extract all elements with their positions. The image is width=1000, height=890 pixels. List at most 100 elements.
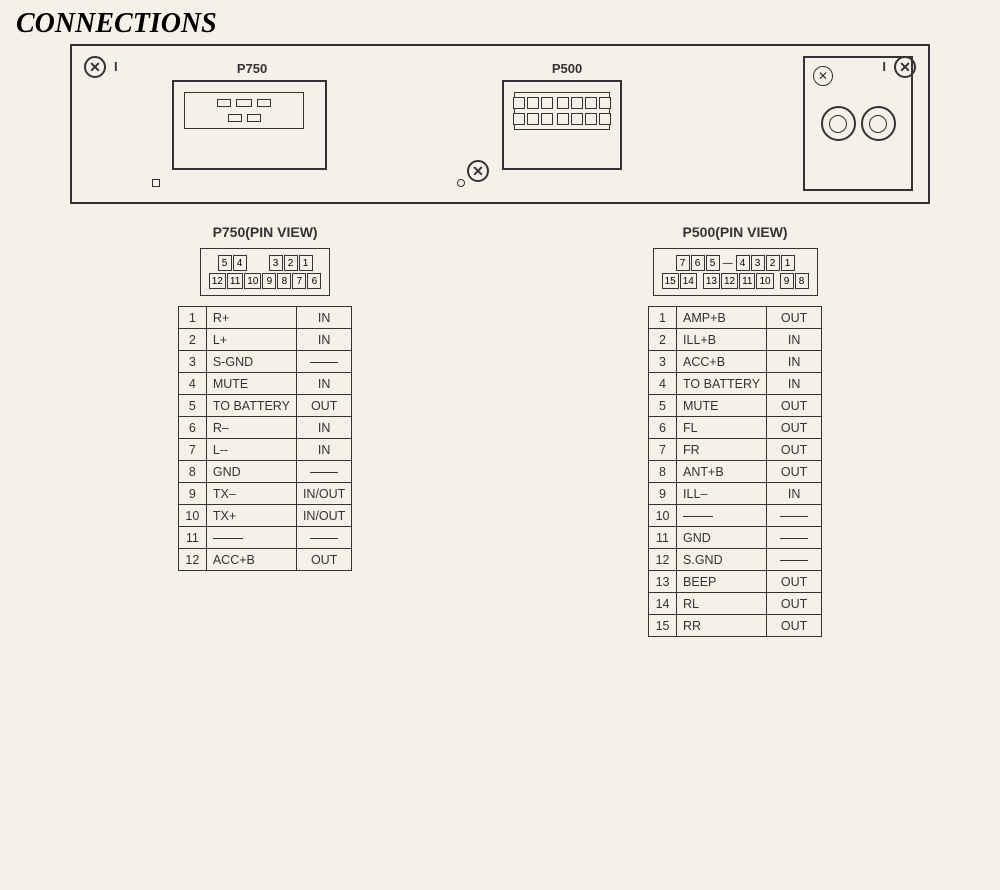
pin-number: 5 xyxy=(649,395,677,417)
p750-label: P750 xyxy=(172,61,332,76)
pin-name: RL xyxy=(677,593,767,615)
table-row: 4MUTEIN xyxy=(178,373,351,395)
pin-direction: OUT xyxy=(296,395,351,417)
pin-direction: IN xyxy=(767,329,822,351)
table-row: 2L+IN xyxy=(178,329,351,351)
pv-cell: 12 xyxy=(721,273,738,289)
pv-cell: 7 xyxy=(292,273,306,289)
pin-number: 15 xyxy=(649,615,677,637)
pv-spacer xyxy=(775,273,779,289)
device-diagram: ✕ I I ✕ ✕ P750 xyxy=(70,44,930,204)
pin-number: 1 xyxy=(178,307,206,329)
pin-number: 2 xyxy=(178,329,206,351)
pin-name: S-GND xyxy=(206,351,296,373)
pin-name: AMP+B xyxy=(677,307,767,329)
pin-number: 6 xyxy=(649,417,677,439)
pin-number: 9 xyxy=(649,483,677,505)
table-row: 9TX–IN/OUT xyxy=(178,483,351,505)
pv-cell: 13 xyxy=(703,273,720,289)
pin-number: 11 xyxy=(649,527,677,549)
pv-cell: 9 xyxy=(780,273,794,289)
pin-direction: OUT xyxy=(767,439,822,461)
pin-number: 12 xyxy=(178,549,206,571)
pin-number: 3 xyxy=(178,351,206,373)
table-row: 1AMP+BOUT xyxy=(649,307,822,329)
small-dot-left xyxy=(152,179,160,187)
pin-name: ACC+B xyxy=(677,351,767,373)
pin-number: 1 xyxy=(649,307,677,329)
pin-direction: IN xyxy=(296,373,351,395)
connector-p500: P500 xyxy=(502,61,632,170)
pin-name: MUTE xyxy=(677,395,767,417)
pin-name: BEEP xyxy=(677,571,767,593)
pv-cell: 1 xyxy=(299,255,313,271)
pin-name: R– xyxy=(206,417,296,439)
p500-pin-diagram: 7 6 5 — 4 3 2 1 15 14 13 12 11 1 xyxy=(653,248,818,296)
pin-direction: OUT xyxy=(767,461,822,483)
pin-direction: OUT xyxy=(296,549,351,571)
table-row: 10TX+IN/OUT xyxy=(178,505,351,527)
pv-cell: 2 xyxy=(766,255,780,271)
pv-cell: 8 xyxy=(795,273,809,289)
pv-cell: 5 xyxy=(218,255,232,271)
table-row: 5TO BATTERYOUT xyxy=(178,395,351,417)
p750-table: 1R+IN2L+IN3S-GND4MUTEIN5TO BATTERYOUT6R–… xyxy=(178,306,352,571)
small-dot-center xyxy=(457,179,465,187)
pv-cell: 4 xyxy=(233,255,247,271)
pin-number: 7 xyxy=(178,439,206,461)
pv-cell: 12 xyxy=(209,273,226,289)
pv-cell: 5 xyxy=(706,255,720,271)
pin-number: 5 xyxy=(178,395,206,417)
pin-name: GND xyxy=(206,461,296,483)
pin-name: ILL+B xyxy=(677,329,767,351)
table-row: 8ANT+BOUT xyxy=(649,461,822,483)
pv-cell: 7 xyxy=(676,255,690,271)
circle-top-left xyxy=(821,106,856,141)
p750-section: P750(PIN VIEW) 5 4 3 2 1 12 11 10 9 xyxy=(178,224,352,637)
pin-name: RR xyxy=(677,615,767,637)
pin-name: TO BATTERY xyxy=(677,373,767,395)
p750-row1: 5 4 3 2 1 xyxy=(209,255,322,271)
p500-label: P500 xyxy=(502,61,632,76)
pin-direction xyxy=(767,549,822,571)
pin-name: L+ xyxy=(206,329,296,351)
pv-cell: 2 xyxy=(284,255,298,271)
pin-direction: IN xyxy=(296,417,351,439)
table-row: 14RLOUT xyxy=(649,593,822,615)
pin-name: ILL– xyxy=(677,483,767,505)
table-row: 9ILL–IN xyxy=(649,483,822,505)
pin-direction: IN/OUT xyxy=(296,483,351,505)
pin-direction xyxy=(767,527,822,549)
pin-number: 4 xyxy=(178,373,206,395)
table-row: 6FLOUT xyxy=(649,417,822,439)
pin-number: 14 xyxy=(649,593,677,615)
table-row: 15RROUT xyxy=(649,615,822,637)
pv-cell: 11 xyxy=(227,273,243,289)
pin-number: 4 xyxy=(649,373,677,395)
table-row: 3ACC+BIN xyxy=(649,351,822,373)
pin-name: ACC+B xyxy=(206,549,296,571)
p500-row2: 15 14 13 12 11 10 9 8 xyxy=(662,273,809,289)
pin-name: GND xyxy=(677,527,767,549)
pin-direction: IN xyxy=(767,373,822,395)
pv-cell: 3 xyxy=(751,255,765,271)
pv-cell: 15 xyxy=(662,273,679,289)
pin-name: TX+ xyxy=(206,505,296,527)
p500-pin-view-title: P500(PIN VIEW) xyxy=(683,224,788,240)
pin-number: 13 xyxy=(649,571,677,593)
p500-body xyxy=(502,80,622,170)
pin-name: FR xyxy=(677,439,767,461)
pin-number: 10 xyxy=(178,505,206,527)
p500-row1: 7 6 5 — 4 3 2 1 xyxy=(662,255,809,271)
table-row: 4TO BATTERYIN xyxy=(649,373,822,395)
p750-body xyxy=(172,80,327,170)
pin-name: ANT+B xyxy=(677,461,767,483)
pin-direction: OUT xyxy=(767,615,822,637)
pin-direction: IN/OUT xyxy=(296,505,351,527)
pv-cell: 3 xyxy=(269,255,283,271)
table-row: 12ACC+BOUT xyxy=(178,549,351,571)
pin-name: R+ xyxy=(206,307,296,329)
table-row: 6R–IN xyxy=(178,417,351,439)
p500-section: P500(PIN VIEW) 7 6 5 — 4 3 2 1 15 14 xyxy=(648,224,822,637)
pin-name: MUTE xyxy=(206,373,296,395)
